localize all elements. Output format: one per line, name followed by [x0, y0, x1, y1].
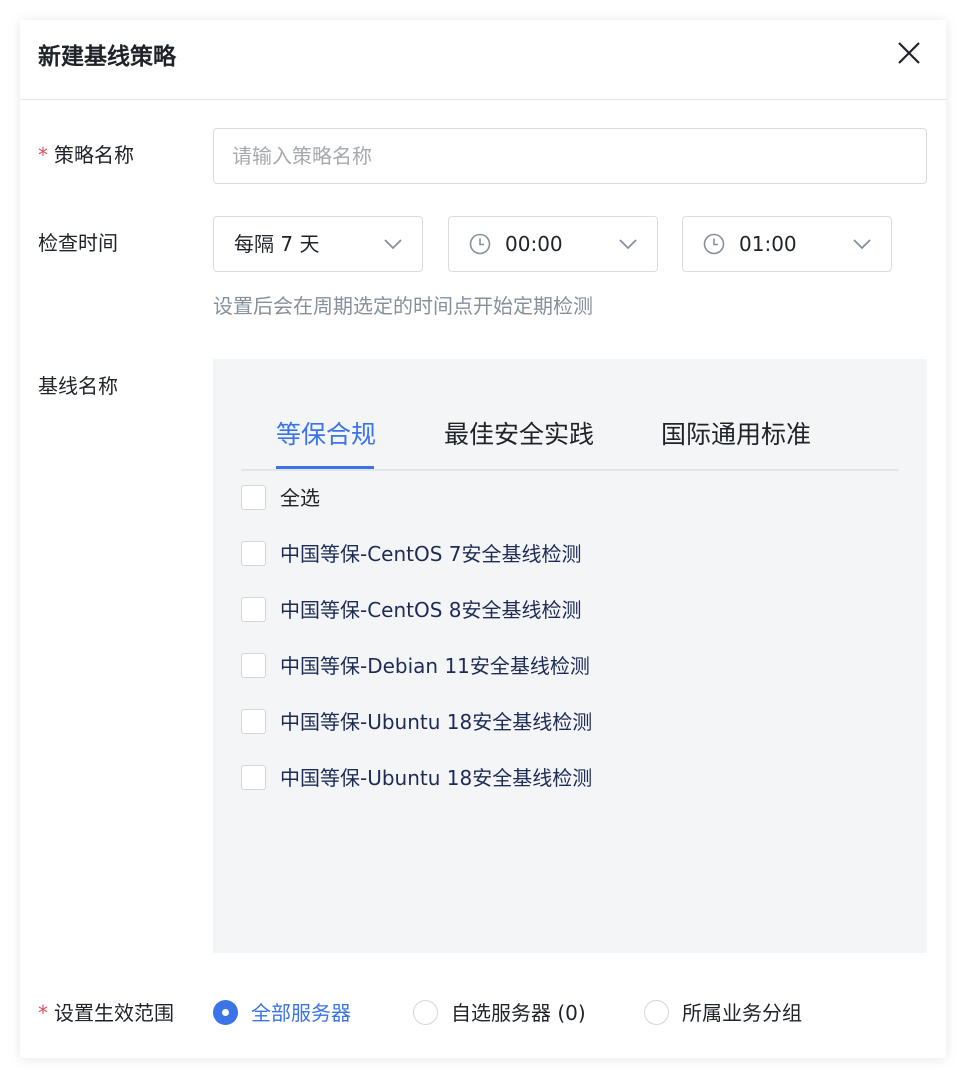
start-time-picker[interactable]: 00:00 [448, 216, 658, 272]
chevron-down-icon [853, 239, 871, 250]
scope-option-label: 所属业务分组 [682, 1001, 802, 1025]
required-mark: * [38, 1001, 48, 1025]
active-tab-indicator [276, 466, 374, 469]
baseline-item-label: 中国等保-CentOS 8安全基线检测 [280, 598, 582, 622]
clock-icon [469, 233, 491, 255]
baseline-item-checkbox[interactable] [241, 765, 266, 790]
interval-value: 每隔 7 天 [234, 232, 320, 256]
baseline-name-label: 基线名称 [38, 374, 118, 398]
baseline-item-checkbox[interactable] [241, 541, 266, 566]
interval-select[interactable]: 每隔 7 天 [213, 216, 423, 272]
radio-button-selected[interactable] [213, 1000, 238, 1025]
check-time-hint: 设置后会在周期选定的时间点开始定期检测 [213, 294, 593, 318]
baseline-panel: 等保合规 最佳安全实践 国际通用标准 全选 中国等保-CentOS 7安全基线检… [213, 359, 927, 953]
select-all-checkbox[interactable] [241, 485, 266, 510]
tab-best-practice[interactable]: 最佳安全实践 [444, 419, 594, 451]
check-time-label: 检查时间 [38, 231, 118, 255]
baseline-item-checkbox[interactable] [241, 597, 266, 622]
chevron-down-icon [619, 239, 637, 250]
select-all-label: 全选 [280, 486, 320, 510]
tab-international-standard[interactable]: 国际通用标准 [661, 419, 811, 451]
tab-compliance[interactable]: 等保合规 [276, 419, 376, 451]
baseline-item-checkbox[interactable] [241, 709, 266, 734]
baseline-item-label: 中国等保-Ubuntu 18安全基线检测 [280, 766, 593, 790]
baseline-tabs: 等保合规 最佳安全实践 国际通用标准 [241, 407, 899, 471]
scope-option-label: 全部服务器 [251, 1001, 351, 1025]
scope-option-label: 自选服务器 (0) [451, 1001, 586, 1025]
policy-name-label: * 策略名称 [38, 141, 134, 169]
close-button[interactable] [896, 40, 922, 66]
end-time-picker[interactable]: 01:00 [682, 216, 892, 272]
required-mark: * [38, 143, 48, 167]
end-time-value: 01:00 [739, 232, 797, 256]
radio-button[interactable] [644, 1000, 669, 1025]
baseline-item-label: 中国等保-Debian 11安全基线检测 [280, 654, 590, 678]
close-icon [898, 42, 920, 64]
dialog-title: 新建基线策略 [38, 44, 176, 70]
policy-name-label-text: 策略名称 [54, 143, 134, 167]
policy-name-input[interactable] [213, 128, 927, 184]
start-time-value: 00:00 [505, 232, 563, 256]
clock-icon [703, 233, 725, 255]
baseline-item-checkbox[interactable] [241, 653, 266, 678]
dialog-header: 新建基线策略 [20, 20, 946, 100]
baseline-item-label: 中国等保-CentOS 7安全基线检测 [280, 542, 582, 566]
radio-button[interactable] [413, 1000, 438, 1025]
scope-label-text: 设置生效范围 [54, 1001, 174, 1025]
new-baseline-policy-dialog: 新建基线策略 *策略名称 检查时间 每隔 7 天 00:00 [20, 20, 946, 1058]
baseline-item-label: 中国等保-Ubuntu 18安全基线检测 [280, 710, 593, 734]
scope-label: * 设置生效范围 [38, 999, 174, 1027]
chevron-down-icon [384, 239, 402, 250]
